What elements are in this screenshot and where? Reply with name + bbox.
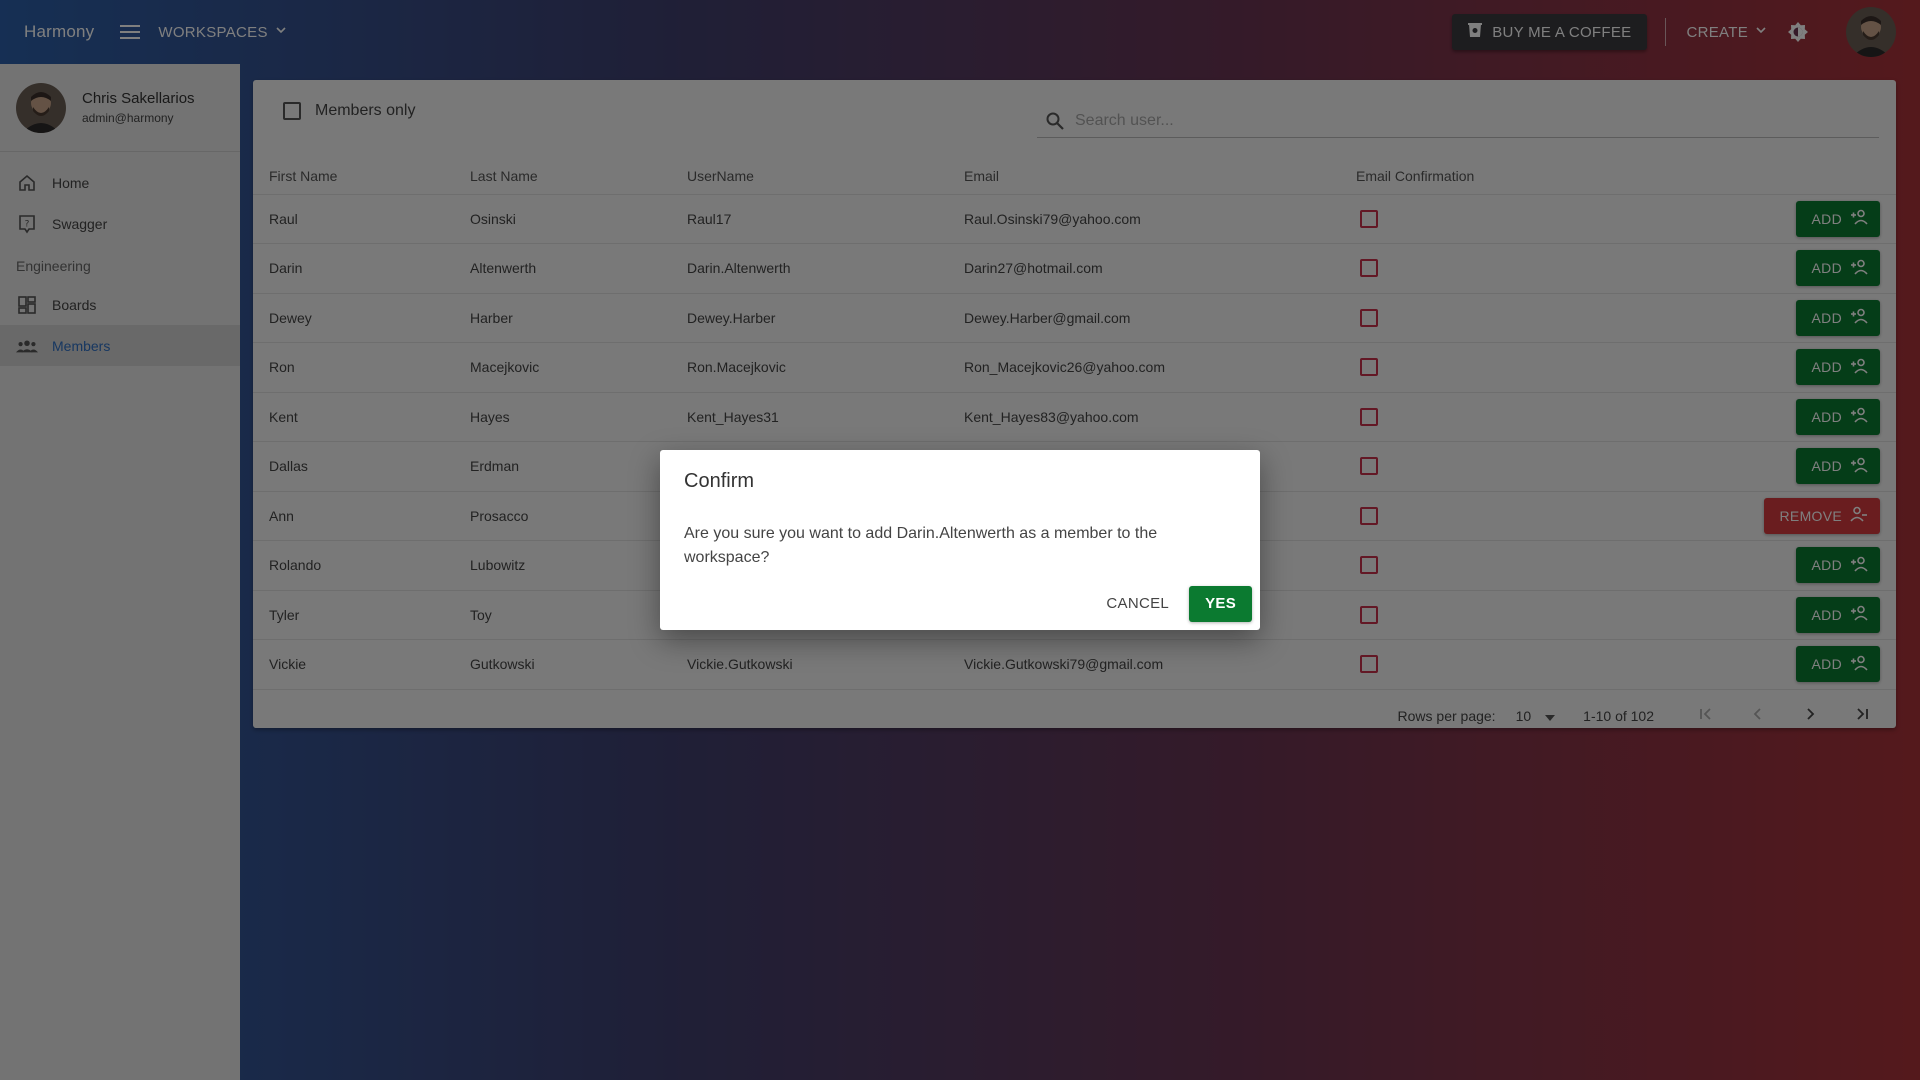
dialog-actions: CANCEL YES [1094, 585, 1252, 622]
cancel-button[interactable]: CANCEL [1094, 585, 1181, 622]
dialog-title: Confirm [684, 470, 755, 492]
yes-button[interactable]: YES [1189, 585, 1252, 622]
confirm-dialog: Confirm Are you sure you want to add Dar… [660, 450, 1260, 630]
dialog-message: Are you sure you want to add Darin.Alten… [684, 525, 1158, 566]
